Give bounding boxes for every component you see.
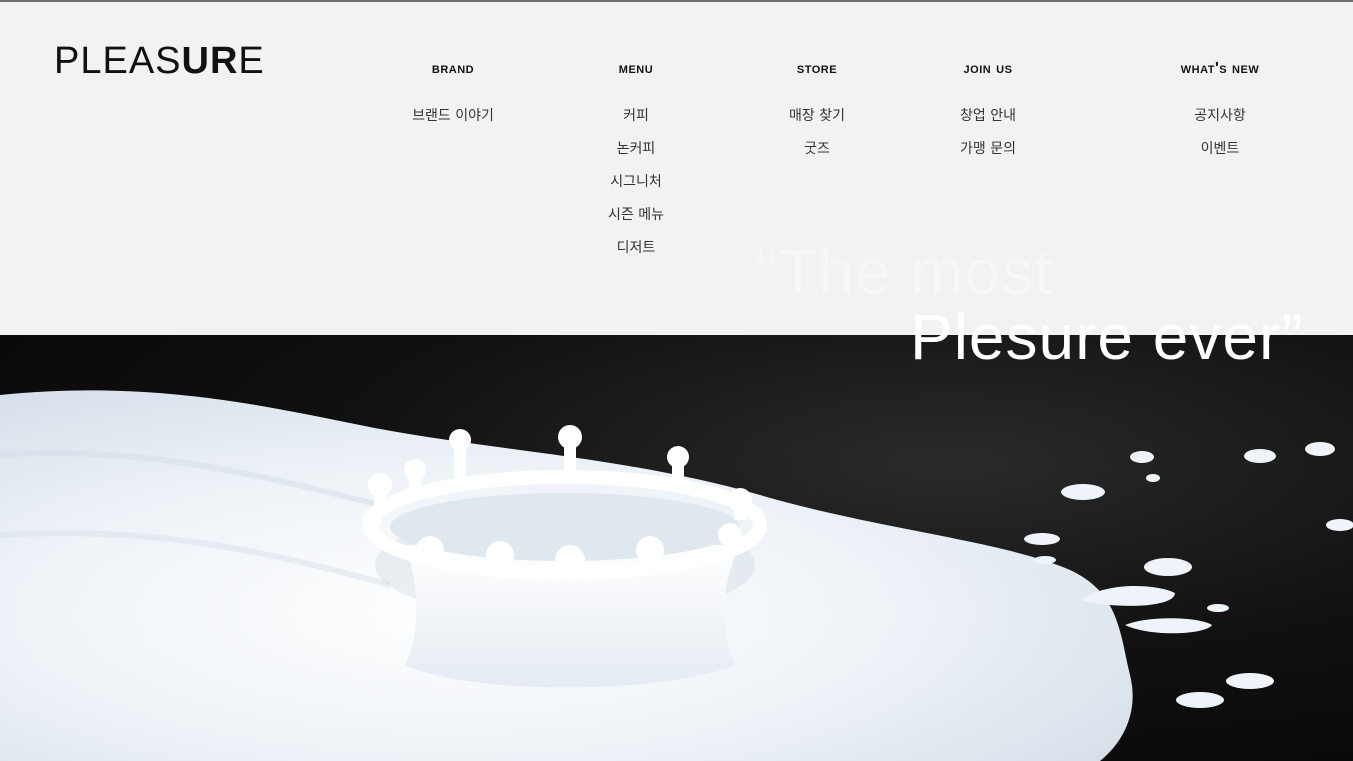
nav-item-signature[interactable]: 시그니처: [595, 174, 677, 190]
nav-title-menu[interactable]: Menu: [595, 60, 677, 78]
nav-item-find-store[interactable]: 매장 찾기: [777, 108, 857, 124]
nav-item-notice[interactable]: 공지사항: [1150, 108, 1290, 124]
nav-column-store: store 매장 찾기 굿즈: [777, 60, 857, 174]
milk-splash-image: [0, 390, 1353, 761]
nav-column-menu: Menu 커피 논커피 시그니처 시즌 메뉴 디저트: [595, 60, 677, 273]
nav-item-brand-story[interactable]: 브랜드 이야기: [405, 108, 501, 124]
nav-title-store[interactable]: store: [777, 60, 857, 78]
nav-item-coffee[interactable]: 커피: [595, 108, 677, 124]
nav-item-event[interactable]: 이벤트: [1150, 141, 1290, 157]
nav-title-join[interactable]: Join us: [945, 60, 1031, 78]
hero-quote-line-1: “The most: [756, 236, 1054, 308]
site-header: PLEASURE Brand 브랜드 이야기 Menu 커피 논커피 시그니처 …: [0, 2, 1353, 335]
logo-text-1: PLEAS: [54, 40, 182, 82]
nav-item-franchise-inquiry[interactable]: 가맹 문의: [945, 141, 1031, 157]
logo-text-2: UR: [181, 40, 239, 82]
nav-title-whats-new[interactable]: What's New: [1150, 60, 1290, 78]
hero-banner: [0, 335, 1353, 761]
logo-text-3: E: [238, 40, 265, 82]
nav-title-brand[interactable]: Brand: [405, 60, 501, 78]
nav-column-join: Join us 창업 안내 가맹 문의: [945, 60, 1031, 174]
hero-quote-line-2: Plesure ever”: [910, 301, 1304, 373]
nav-item-non-coffee[interactable]: 논커피: [595, 141, 677, 157]
brand-logo[interactable]: PLEASURE: [54, 42, 265, 80]
nav-column-whats-new: What's New 공지사항 이벤트: [1150, 60, 1290, 174]
nav-column-brand: Brand 브랜드 이야기: [405, 60, 501, 141]
nav-item-startup-guide[interactable]: 창업 안내: [945, 108, 1031, 124]
nav-item-season-menu[interactable]: 시즌 메뉴: [595, 207, 677, 223]
nav-item-goods[interactable]: 굿즈: [777, 141, 857, 157]
nav-item-dessert[interactable]: 디저트: [595, 240, 677, 256]
